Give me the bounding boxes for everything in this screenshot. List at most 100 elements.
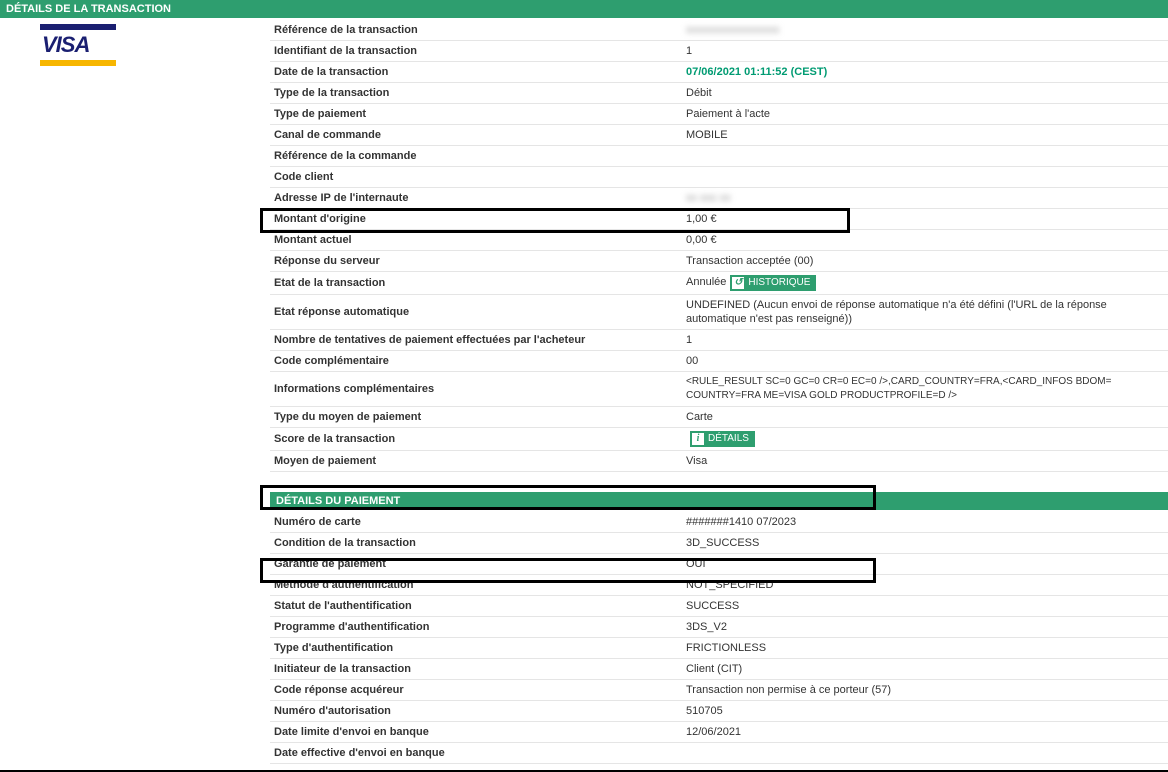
label-orderref: Référence de la commande: [270, 146, 682, 167]
value-date[interactable]: 07/06/2021 01:11:52 (CEST): [686, 66, 827, 78]
label-paytype: Type de paiement: [270, 104, 682, 125]
row-autoresp: Etat réponse automatiqueUNDEFINED (Aucun…: [270, 295, 1168, 330]
row-resp: Réponse du serveurTransaction acceptée (…: [270, 251, 1168, 272]
label-resp: Réponse du serveur: [270, 251, 682, 272]
value-resp: Transaction acceptée (00): [682, 251, 1168, 272]
row-authm: Méthode d'authentificationNOT_SPECIFIED: [270, 575, 1168, 596]
value-orderref: [682, 146, 1168, 167]
label-clientcode: Code client: [270, 167, 682, 188]
value-limit: 12/06/2021: [682, 722, 1168, 743]
value-ref: xxxxxxxxxxxxxxxxx: [686, 24, 780, 36]
row-card: Numéro de carte#######1410 07/2023: [270, 512, 1168, 533]
label-date: Date de la transaction: [270, 62, 682, 83]
label-channel: Canal de commande: [270, 125, 682, 146]
row-date: Date de la transaction 07/06/2021 01:11:5…: [270, 62, 1168, 83]
section-header-payment: DÉTAILS DU PAIEMENT: [270, 492, 1168, 510]
row-compcode: Code complémentaire00: [270, 351, 1168, 372]
row-type: Type de la transactionDébit: [270, 83, 1168, 104]
value-paytype: Paiement à l'acte: [682, 104, 1168, 125]
label-score: Score de la transaction: [270, 428, 682, 451]
value-cond: 3D_SUCCESS: [682, 533, 1168, 554]
row-curamt: Montant actuel0,00 €: [270, 230, 1168, 251]
label-acq: Code réponse acquéreur: [270, 680, 682, 701]
label-cond: Condition de la transaction: [270, 533, 682, 554]
info-icon: i: [692, 433, 704, 445]
value-authm: NOT_SPECIFIED: [682, 575, 1168, 596]
value-score-cell: i DÉTAILS: [682, 428, 1168, 451]
value-state: Annulée: [686, 276, 726, 288]
label-id: Identifiant de la transaction: [270, 41, 682, 62]
label-autht: Type d'authentification: [270, 638, 682, 659]
row-clientcode: Code client: [270, 167, 1168, 188]
value-prog: 3DS_V2: [682, 617, 1168, 638]
payment-table: Numéro de carte#######1410 07/2023 Condi…: [270, 512, 1168, 764]
row-init: Initiateur de la transactionClient (CIT): [270, 659, 1168, 680]
row-limit: Date limite d'envoi en banque12/06/2021: [270, 722, 1168, 743]
row-channel: Canal de commandeMOBILE: [270, 125, 1168, 146]
label-card: Numéro de carte: [270, 512, 682, 533]
label-authm: Méthode d'authentification: [270, 575, 682, 596]
value-ip: xx xxx xx: [686, 192, 731, 204]
value-clientcode: [682, 167, 1168, 188]
label-attempts: Nombre de tentatives de paiement effectu…: [270, 330, 682, 351]
label-authnum: Numéro d'autorisation: [270, 701, 682, 722]
label-compcode: Code complémentaire: [270, 351, 682, 372]
label-type: Type de la transaction: [270, 83, 682, 104]
transaction-content: VISA Référence de la transaction xxxxxxxx…: [0, 20, 1168, 472]
historique-button[interactable]: ↺ HISTORIQUE: [730, 275, 816, 291]
label-ref: Référence de la transaction: [270, 20, 682, 41]
value-state-cell: Annulée ↺ HISTORIQUE: [682, 272, 1168, 295]
value-channel: MOBILE: [682, 125, 1168, 146]
label-eff: Date effective d'envoi en banque: [270, 743, 682, 764]
value-id: 1: [682, 41, 1168, 62]
row-paytype: Type de paiementPaiement à l'acte: [270, 104, 1168, 125]
value-type: Débit: [682, 83, 1168, 104]
value-authnum: 510705: [682, 701, 1168, 722]
value-acq: Transaction non permise à ce porteur (57…: [682, 680, 1168, 701]
transaction-table: Référence de la transaction xxxxxxxxxxxxx…: [270, 20, 1168, 472]
row-auths: Statut de l'authentificationSUCCESS: [270, 596, 1168, 617]
row-attempts: Nombre de tentatives de paiement effectu…: [270, 330, 1168, 351]
label-prog: Programme d'authentification: [270, 617, 682, 638]
label-means: Moyen de paiement: [270, 451, 682, 472]
row-authnum: Numéro d'autorisation510705: [270, 701, 1168, 722]
historique-label: HISTORIQUE: [748, 276, 810, 290]
row-meanstype: Type du moyen de paiementCarte: [270, 407, 1168, 428]
row-ref: Référence de la transaction xxxxxxxxxxxxx…: [270, 20, 1168, 41]
row-autht: Type d'authentificationFRICTIONLESS: [270, 638, 1168, 659]
row-prog: Programme d'authentification3DS_V2: [270, 617, 1168, 638]
label-init: Initiateur de la transaction: [270, 659, 682, 680]
row-state: Etat de la transaction Annulée ↺ HISTORIQUE: [270, 272, 1168, 295]
row-id: Identifiant de la transaction1: [270, 41, 1168, 62]
visa-bar-bottom: [40, 60, 116, 66]
value-compcode: 00: [682, 351, 1168, 372]
history-icon: ↺: [732, 277, 744, 289]
details-label: DÉTAILS: [708, 432, 749, 446]
label-meanstype: Type du moyen de paiement: [270, 407, 682, 428]
row-eff: Date effective d'envoi en banque: [270, 743, 1168, 764]
label-origamt: Montant d'origine: [270, 209, 682, 230]
logo-column: VISA: [0, 20, 270, 472]
value-attempts: 1: [682, 330, 1168, 351]
payment-section: DÉTAILS DU PAIEMENT Numéro de carte#####…: [270, 492, 1168, 764]
row-orderref: Référence de la commande: [270, 146, 1168, 167]
row-score: Score de la transaction i DÉTAILS: [270, 428, 1168, 451]
label-auths: Statut de l'authentification: [270, 596, 682, 617]
row-acq: Code réponse acquéreurTransaction non pe…: [270, 680, 1168, 701]
visa-text: VISA: [40, 30, 116, 60]
page-container: DÉTAILS DE LA TRANSACTION VISA Référence…: [0, 0, 1168, 772]
row-means: Moyen de paiementVisa: [270, 451, 1168, 472]
label-guar: Garantie de paiement: [270, 554, 682, 575]
visa-logo: VISA: [40, 24, 116, 66]
row-guar: Garantie de paiementOUI: [270, 554, 1168, 575]
row-origamt: Montant d'origine1,00 €: [270, 209, 1168, 230]
details-button[interactable]: i DÉTAILS: [690, 431, 755, 447]
value-meanstype: Carte: [682, 407, 1168, 428]
value-init: Client (CIT): [682, 659, 1168, 680]
value-guar: OUI: [682, 554, 1168, 575]
transaction-table-col: Référence de la transaction xxxxxxxxxxxxx…: [270, 20, 1168, 472]
row-info: Informations complémentaires<RULE_RESULT…: [270, 372, 1168, 407]
section-header-transaction: DÉTAILS DE LA TRANSACTION: [0, 0, 1168, 18]
value-autht: FRICTIONLESS: [682, 638, 1168, 659]
label-state: Etat de la transaction: [270, 272, 682, 295]
